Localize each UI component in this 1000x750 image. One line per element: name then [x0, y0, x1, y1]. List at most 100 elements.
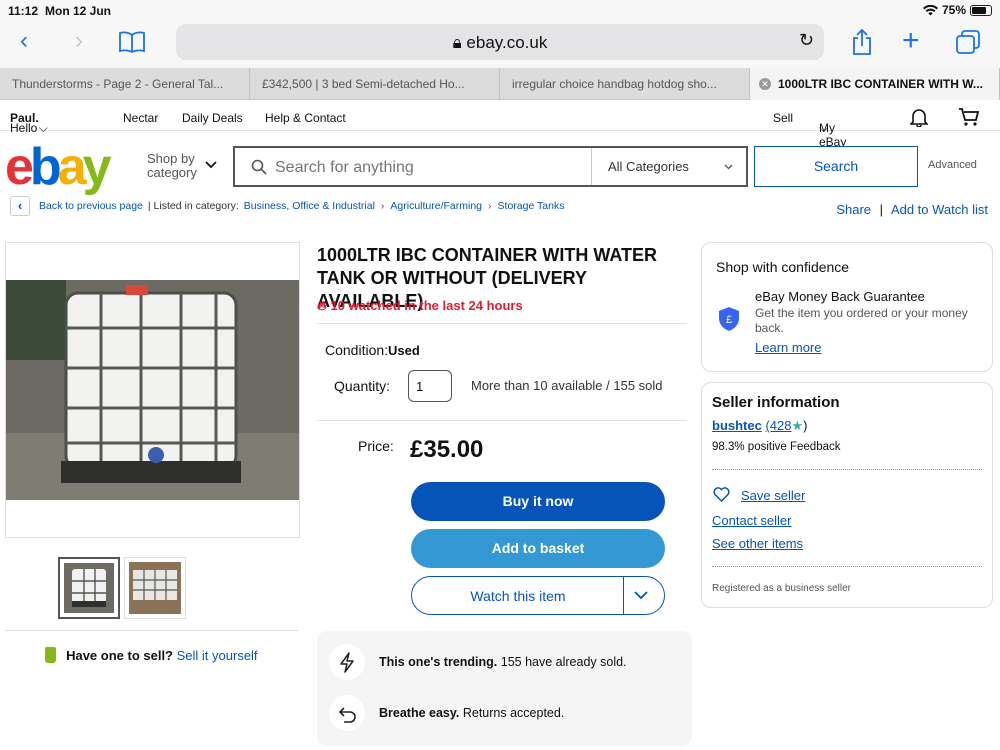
svg-text:£: £ — [726, 314, 732, 326]
condition-value: Used — [388, 343, 420, 358]
status-date: Mon 12 Jun — [45, 4, 112, 18]
returns-bold: Breathe easy. — [379, 706, 460, 720]
seller-name-row: bushtec (428★) — [712, 418, 808, 434]
availability-text: More than 10 available / 155 sold — [471, 378, 663, 393]
reload-icon[interactable]: ↻ — [799, 30, 814, 51]
cart-icon[interactable] — [958, 107, 980, 127]
nav-sell[interactable]: Sell — [773, 111, 793, 125]
thumbnail-2[interactable] — [124, 557, 186, 619]
tab-thunderstorms[interactable]: Thunderstorms - Page 2 - General Tal... — [0, 68, 250, 100]
buy-it-now-button[interactable]: Buy it now — [411, 482, 665, 521]
browser-toolbar: ‹ › 🔒︎ ebay.co.uk ↻ + — [0, 22, 1000, 68]
quantity-label: Quantity: — [334, 378, 391, 394]
new-tab-icon[interactable]: + — [902, 24, 920, 58]
share-link[interactable]: Share — [836, 202, 871, 217]
main-product-image[interactable] — [5, 242, 300, 538]
url-domain: ebay.co.uk — [466, 33, 548, 52]
browser-tabs: Thunderstorms - Page 2 - General Tal... … — [0, 68, 1000, 100]
quantity-input[interactable]: 1 — [408, 370, 452, 402]
tab-ibc-title: 1000LTR IBC CONTAINER WITH W... — [778, 77, 983, 91]
search-icon — [251, 159, 267, 175]
advanced-search-link[interactable]: Advanced — [928, 159, 977, 171]
breadcrumb-item-business[interactable]: Business, Office & Industrial — [244, 200, 375, 212]
star-icon: ★ — [791, 418, 804, 433]
greeting[interactable]: Hello Paul. ⌵ — [10, 111, 48, 135]
close-tab-icon[interactable]: ✕ — [759, 78, 771, 90]
see-other-items-link[interactable]: See other items — [712, 536, 803, 551]
watched-alert: 🔥︎ 10 watched in the last 24 hours — [317, 298, 687, 324]
watch-item-label: Watch this item — [470, 588, 566, 604]
chevron-down-icon — [205, 161, 217, 169]
save-seller-link[interactable]: Save seller — [741, 488, 805, 503]
nav-nectar[interactable]: Nectar — [123, 111, 158, 125]
seller-score[interactable]: (428 — [765, 418, 791, 433]
category-text: category — [147, 165, 197, 180]
status-right: 75% — [922, 3, 992, 17]
sell-prompt: Have one to sell? Sell it yourself — [5, 630, 298, 663]
tab-handbag[interactable]: irregular choice handbag hotdog sho... — [500, 68, 750, 100]
shop-by-text: Shop by — [147, 151, 195, 166]
share-icon[interactable] — [851, 28, 873, 56]
trending-text: This one's trending. 155 have already so… — [379, 655, 627, 669]
lightning-icon — [329, 644, 365, 680]
search-field[interactable]: Search for anything All Categories — [233, 146, 748, 187]
bell-icon[interactable] — [910, 107, 928, 127]
confidence-heading: Shop with confidence — [716, 259, 850, 275]
greeting-text: Hello — [10, 121, 38, 135]
breadcrumb-item-agriculture[interactable]: Agriculture/Farming — [390, 200, 482, 212]
ebay-top-nav: Hello Paul. ⌵ Nectar Daily Deals Help & … — [0, 101, 1000, 149]
thumbnail-1[interactable] — [58, 557, 120, 619]
guarantee-title: eBay Money Back Guarantee — [755, 289, 925, 304]
back-chevron-icon[interactable]: ‹ — [10, 196, 30, 216]
trending-bold: This one's trending. — [379, 655, 498, 669]
seller-heading: Seller information — [712, 394, 840, 411]
back-to-previous-link[interactable]: Back to previous page — [39, 200, 143, 212]
contact-seller-link[interactable]: Contact seller — [712, 513, 791, 528]
watch-item-button[interactable]: Watch this item — [411, 576, 665, 615]
condition-row: Condition:Used — [325, 342, 420, 358]
search-input[interactable]: Search for anything — [275, 159, 414, 177]
trending-row: This one's trending. 155 have already so… — [329, 644, 627, 680]
return-arrow-icon — [329, 695, 365, 731]
back-arrow-icon[interactable]: ‹ — [20, 27, 28, 55]
heart-icon[interactable] — [713, 487, 730, 502]
add-to-basket-button[interactable]: Add to basket — [411, 529, 665, 568]
divider — [317, 420, 687, 421]
tabs-overview-icon[interactable] — [956, 30, 980, 54]
guarantee-text: Get the item you ordered or your money b… — [755, 306, 968, 335]
sell-prompt-question: Have one to sell? — [66, 648, 173, 663]
nav-help-contact[interactable]: Help & Contact — [265, 111, 346, 125]
chevron-right-icon: › — [380, 200, 385, 212]
seller-name-link[interactable]: bushtec — [712, 418, 762, 433]
sell-it-yourself-link[interactable]: Sell it yourself — [177, 648, 258, 663]
thumbnail-photo-2 — [129, 562, 181, 614]
listed-in-label: | Listed in category: — [147, 200, 239, 212]
forward-arrow-icon[interactable]: › — [75, 27, 83, 55]
chevron-down-icon: ⌵ — [38, 121, 48, 135]
url-text: 🔒︎ ebay.co.uk — [176, 33, 824, 53]
chevron-down-icon — [724, 164, 733, 170]
bookmarks-icon[interactable] — [119, 31, 145, 53]
chevron-down-icon[interactable] — [634, 591, 648, 600]
shield-icon: £ — [719, 307, 739, 331]
share-separator: | — [879, 202, 884, 217]
category-select[interactable]: All Categories — [591, 148, 746, 185]
wifi-icon — [922, 4, 938, 15]
ebay-logo[interactable]: ebay — [5, 141, 112, 193]
search-button[interactable]: Search — [754, 146, 918, 187]
breadcrumb-item-storage-tanks[interactable]: Storage Tanks — [498, 200, 565, 212]
address-bar[interactable]: 🔒︎ ebay.co.uk ↻ — [176, 24, 824, 60]
dotted-divider — [712, 469, 982, 470]
nav-daily-deals[interactable]: Daily Deals — [182, 111, 243, 125]
returns-detail: Returns accepted. — [462, 706, 565, 720]
positive-feedback: 98.3% positive Feedback — [712, 441, 841, 453]
ibc-container-photo — [6, 280, 299, 500]
returns-text: Breathe easy. Returns accepted. — [379, 706, 564, 720]
learn-more-link[interactable]: Learn more — [755, 340, 821, 355]
tab-ibc-container[interactable]: ✕ 1000LTR IBC CONTAINER WITH W... — [750, 68, 1000, 100]
add-to-watchlist-link[interactable]: Add to Watch list — [891, 202, 988, 217]
shop-by-category[interactable]: Shop by category — [147, 151, 217, 180]
tab-semi-detached[interactable]: £342,500 | 3 bed Semi-detached Ho... — [250, 68, 500, 100]
dotted-divider — [712, 566, 982, 567]
thumbnail-photo-1 — [64, 563, 114, 613]
